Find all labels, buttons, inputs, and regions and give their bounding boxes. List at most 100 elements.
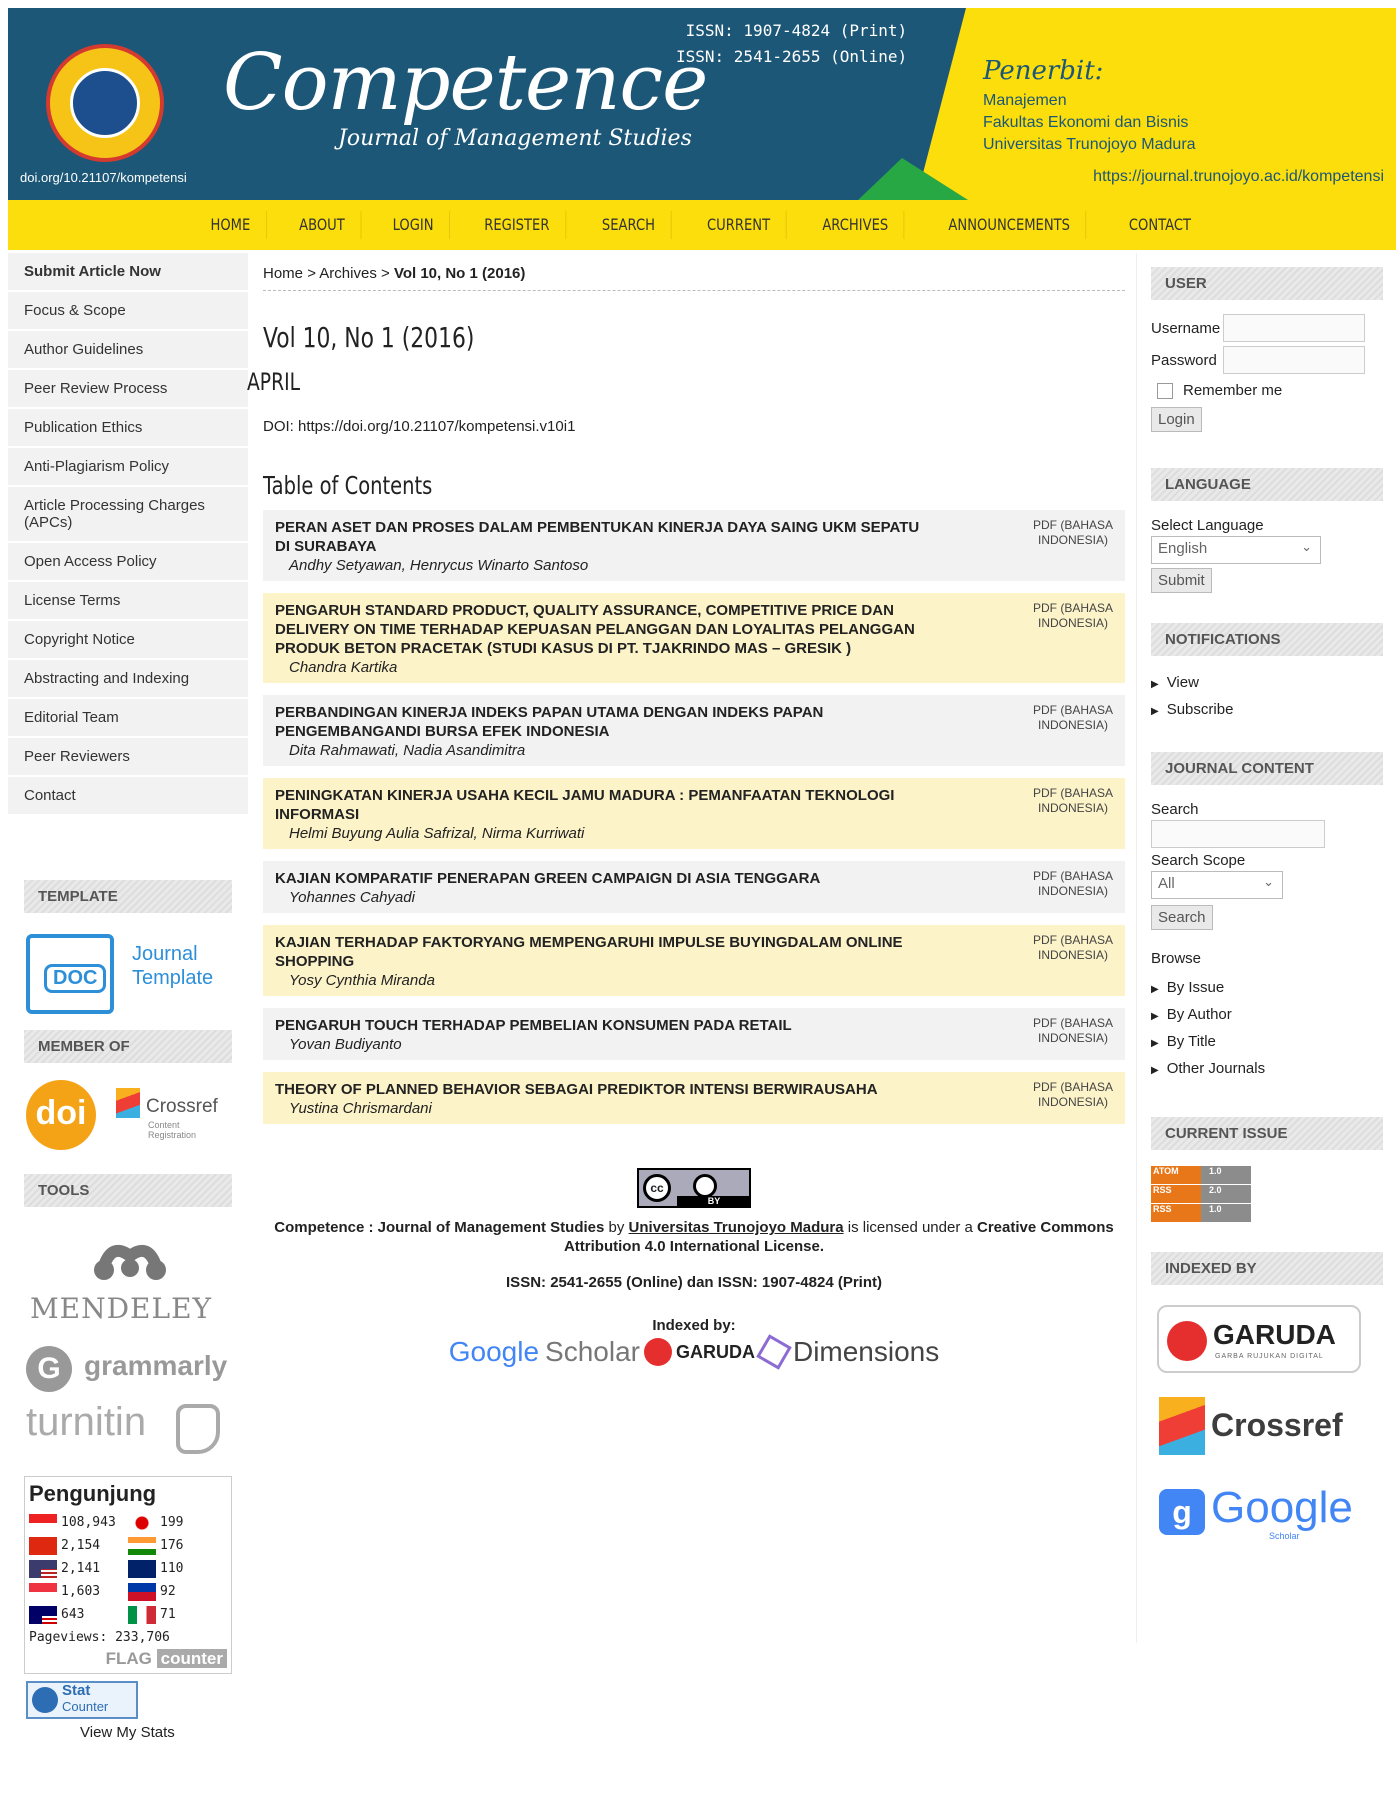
nav-contact[interactable]: CONTACT (1113, 211, 1206, 239)
article-authors: Yosy Cynthia Miranda (289, 972, 435, 989)
article-title[interactable]: KAJIAN KOMPARATIF PENERAPAN GREEN CAMPAI… (275, 869, 935, 888)
flag-counter-label: FLAG (105, 1649, 152, 1668)
nav-about[interactable]: ABOUT (283, 211, 361, 239)
browse-by-issue[interactable]: By Issue (1151, 979, 1396, 996)
grammarly-logo[interactable]: grammarly (84, 1350, 227, 1382)
header-doi-link[interactable]: doi.org/10.21107/kompetensi (20, 170, 187, 185)
nav-home[interactable]: HOME (195, 211, 267, 239)
crossref-index-logo[interactable]: Crossref (1159, 1397, 1396, 1457)
breadcrumb-current[interactable]: Vol 10, No 1 (2016) (394, 265, 525, 282)
dimensions-logo[interactable]: Dimensions (793, 1336, 939, 1368)
article-title[interactable]: PENGARUH STANDARD PRODUCT, QUALITY ASSUR… (275, 601, 935, 658)
search-input[interactable] (1151, 820, 1325, 848)
article-title[interactable]: PERAN ASET DAN PROSES DALAM PEMBENTUKAN … (275, 518, 935, 556)
menu-contact[interactable]: Contact (8, 777, 248, 816)
article-pdf-link[interactable]: PDF (BAHASA INDONESIA) (1033, 869, 1113, 899)
garuda-logo[interactable]: GARUDA (676, 1342, 755, 1363)
menu-apc[interactable]: Article Processing Charges (APCs) (8, 487, 248, 543)
count-value: 108,943 (61, 1515, 116, 1530)
flag-italy-icon (128, 1605, 156, 1624)
article-title[interactable]: KAJIAN TERHADAP FAKTORYANG MEMPENGARUHI … (275, 933, 935, 971)
nav-current[interactable]: CURRENT (691, 211, 787, 239)
notification-subscribe-link[interactable]: Subscribe (1151, 701, 1396, 718)
password-input[interactable] (1223, 346, 1365, 374)
license-licensed: is licensed under a (847, 1219, 973, 1236)
language-select[interactable]: English ⌄ (1151, 536, 1321, 564)
google-logo[interactable]: Google (449, 1336, 539, 1368)
search-scope-select[interactable]: All ⌄ (1151, 871, 1283, 899)
cc-license-badge[interactable]: cc BY (637, 1168, 751, 1208)
article-authors: Helmi Buyung Aulia Safrizal, Nirma Kurri… (289, 825, 585, 842)
menu-anti-plagiarism[interactable]: Anti-Plagiarism Policy (8, 448, 248, 487)
university-logo[interactable] (46, 44, 164, 162)
search-button[interactable]: Search (1151, 905, 1213, 930)
menu-author-guidelines[interactable]: Author Guidelines (8, 331, 248, 370)
menu-open-access[interactable]: Open Access Policy (8, 543, 248, 582)
rss2-feed-badge[interactable]: RSS 2.0 (1151, 1185, 1251, 1203)
nav-register[interactable]: REGISTER (469, 211, 567, 239)
menu-copyright-notice[interactable]: Copyright Notice (8, 621, 248, 660)
journal-brand[interactable]: Competence (223, 38, 708, 128)
statcounter-icon (32, 1687, 58, 1713)
issue-doi[interactable]: DOI: https://doi.org/10.21107/kompetensi… (263, 418, 1125, 435)
menu-publication-ethics[interactable]: Publication Ethics (8, 409, 248, 448)
menu-peer-reviewers[interactable]: Peer Reviewers (8, 738, 248, 777)
count-value: 110 (160, 1561, 184, 1576)
article-pdf-link[interactable]: PDF (BAHASA INDONESIA) (1033, 601, 1113, 631)
flag-counter-badge[interactable]: FLAG counter (29, 1649, 227, 1669)
menu-editorial-team[interactable]: Editorial Team (8, 699, 248, 738)
browse-other-journals[interactable]: Other Journals (1151, 1060, 1396, 1077)
statcounter-badge[interactable]: Stat Counter (26, 1681, 138, 1719)
garuda-index-logo[interactable]: GARUDA GARBA RUJUKAN DIGITAL (1157, 1305, 1361, 1373)
rss1-feed-badge[interactable]: RSS 1.0 (1151, 1204, 1251, 1222)
template-text-1[interactable]: Journal (132, 942, 198, 966)
journal-url-link[interactable]: https://journal.trunojoyo.ac.id/kompeten… (1093, 168, 1384, 186)
username-input[interactable] (1223, 314, 1365, 342)
browse-by-title[interactable]: By Title (1151, 1033, 1396, 1050)
language-submit-button[interactable]: Submit (1151, 568, 1212, 593)
pdf-label-2: INDONESIA) (1037, 616, 1108, 630)
view-my-stats-link[interactable]: View My Stats (80, 1724, 175, 1741)
article-title[interactable]: PENGARUH TOUCH TERHADAP PEMBELIAN KONSUM… (275, 1016, 935, 1035)
breadcrumb-archives[interactable]: Archives (319, 265, 377, 282)
breadcrumb-home[interactable]: Home (263, 265, 303, 282)
nav-announcements[interactable]: ANNOUNCEMENTS (933, 211, 1087, 239)
menu-abstracting-indexing[interactable]: Abstracting and Indexing (8, 660, 248, 699)
nav-archives[interactable]: ARCHIVES (807, 211, 906, 239)
article-pdf-link[interactable]: PDF (BAHASA INDONESIA) (1033, 703, 1113, 733)
atom-feed-badge[interactable]: ATOM 1.0 (1151, 1166, 1251, 1184)
template-text-2[interactable]: Template (132, 966, 213, 990)
by-person-icon (693, 1174, 717, 1198)
crossref-logo[interactable]: Crossref (146, 1096, 218, 1118)
nav-login[interactable]: LOGIN (377, 211, 451, 239)
mendeley-logo[interactable]: MENDELEY (30, 1292, 212, 1325)
member-title: MEMBER OF (24, 1030, 232, 1063)
browse-by-author[interactable]: By Author (1151, 1006, 1396, 1023)
turnitin-logo[interactable]: turnitin (26, 1400, 146, 1445)
article-pdf-link[interactable]: PDF (BAHASA INDONESIA) (1033, 1016, 1113, 1046)
article-pdf-link[interactable]: PDF (BAHASA INDONESIA) (1033, 1080, 1113, 1110)
article-title[interactable]: PERBANDINGAN KINERJA INDEKS PAPAN UTAMA … (275, 703, 935, 741)
article-title[interactable]: PENINGKATAN KINERJA USAHA KECIL JAMU MAD… (275, 786, 935, 824)
remember-checkbox[interactable] (1157, 382, 1173, 399)
counter-row: 643 71 (29, 1603, 227, 1626)
login-button[interactable]: Login (1151, 407, 1202, 432)
article-pdf-link[interactable]: PDF (BAHASA INDONESIA) (1033, 933, 1113, 963)
university-link[interactable]: Universitas Trunojoyo Madura (629, 1219, 844, 1236)
garuda-icon (643, 1338, 672, 1366)
article-pdf-link[interactable]: PDF (BAHASA INDONESIA) (1033, 518, 1113, 548)
menu-license-terms[interactable]: License Terms (8, 582, 248, 621)
scholar-logo[interactable]: Scholar (545, 1336, 640, 1368)
nav-search[interactable]: SEARCH (586, 211, 672, 239)
notification-view-link[interactable]: View (1151, 674, 1396, 691)
doi-logo[interactable]: doi (26, 1080, 96, 1150)
visitor-counter[interactable]: Pengunjung 108,943 199 2,154 176 2,141 1… (24, 1476, 232, 1674)
doc-icon[interactable]: DOC (26, 934, 114, 1014)
menu-focus-scope[interactable]: Focus & Scope (8, 292, 248, 331)
article-title[interactable]: THEORY OF PLANNED BEHAVIOR SEBAGAI PREDI… (275, 1080, 935, 1099)
article-pdf-link[interactable]: PDF (BAHASA INDONESIA) (1033, 786, 1113, 816)
pdf-label-2: INDONESIA) (1037, 718, 1108, 732)
menu-submit-article[interactable]: Submit Article Now (8, 253, 248, 292)
menu-peer-review-process[interactable]: Peer Review Process (8, 370, 248, 409)
google-scholar-index-logo[interactable]: g Google Scholar (1159, 1483, 1396, 1543)
